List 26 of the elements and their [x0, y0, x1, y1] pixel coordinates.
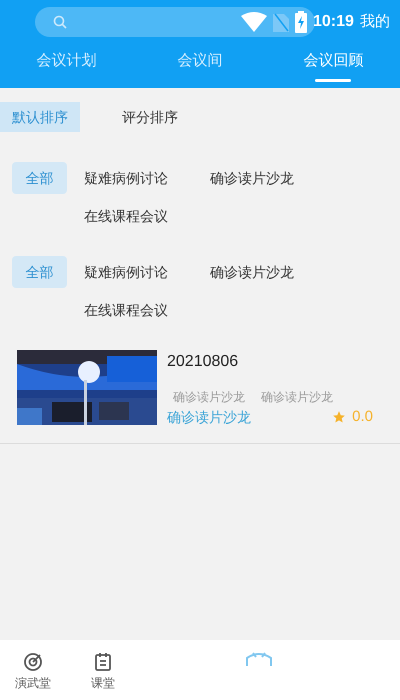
filter-chip[interactable]: 确诊读片沙龙 — [210, 256, 336, 288]
star-icon — [332, 410, 346, 424]
meeting-category: 确诊读片沙龙 — [167, 408, 251, 427]
no-sim-icon — [273, 12, 289, 32]
battery-icon — [295, 11, 307, 33]
notebook-icon — [93, 652, 113, 672]
filter-chip[interactable]: 疑难病例讨论 — [84, 162, 210, 194]
status-time: 10:19 — [313, 12, 354, 32]
meeting-title: 20210806 — [167, 352, 240, 372]
meeting-tag: 确诊读片沙龙 — [173, 388, 245, 406]
meeting-tag: 确诊读片沙龙 — [261, 388, 333, 406]
nav-item[interactable] — [245, 652, 273, 666]
nav-item[interactable]: 课堂 — [91, 652, 115, 692]
meeting-card[interactable]: 20210806 确诊读片沙龙 确诊读片沙龙 确诊读片沙龙 0.0 — [0, 336, 400, 442]
tv-icon — [245, 652, 273, 666]
sort-option[interactable]: 评分排序 — [110, 102, 190, 132]
rating-value: 0.0 — [352, 407, 373, 427]
search-icon — [53, 15, 67, 29]
nav-item[interactable]: 演武堂 — [15, 652, 51, 692]
search-field[interactable] — [35, 7, 315, 37]
target-icon — [23, 652, 43, 672]
wifi-icon — [241, 12, 267, 32]
filter-chip[interactable]: 疑难病例讨论 — [84, 256, 210, 288]
filter-chip[interactable]: 确诊读片沙龙 — [210, 162, 336, 194]
filter-chip[interactable]: 在线课程会议 — [84, 200, 210, 232]
filter-chip[interactable]: 在线课程会议 — [84, 294, 210, 326]
